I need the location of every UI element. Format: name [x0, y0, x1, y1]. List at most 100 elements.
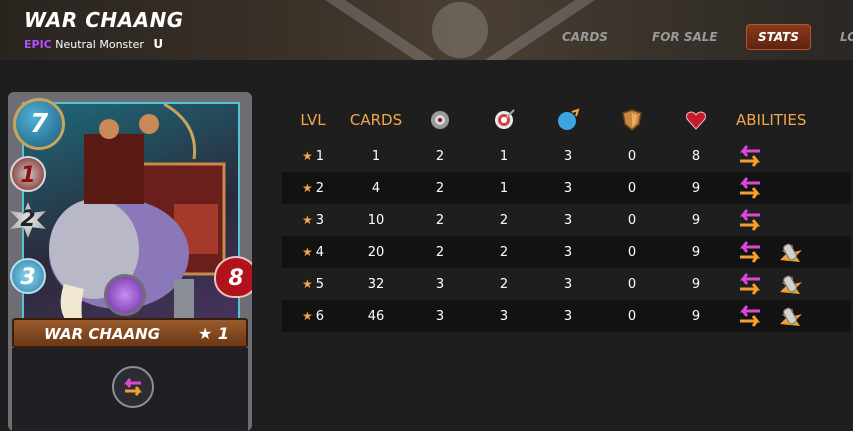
cell-cards: 46: [344, 300, 408, 332]
cell-ranged: 3: [472, 300, 536, 332]
cell-health: 8: [691, 148, 701, 164]
cell-melee: 2: [408, 172, 472, 204]
retaliate-swap-icon[interactable]: [736, 176, 764, 200]
cell-speed: 3: [563, 148, 573, 164]
cell-abilities: [728, 268, 851, 300]
ranged-attack-header: [472, 100, 536, 140]
shatter-icon[interactable]: [776, 272, 804, 296]
cell-ranged: 1: [472, 172, 536, 204]
neutral-element-gem-icon: [104, 274, 146, 316]
table-row: ★ 3 10 2 2 3 0 9: [282, 204, 851, 236]
table-row: ★ 4 20 2 2 3 0 9: [282, 236, 851, 268]
cell-armor: 0: [600, 172, 664, 204]
cell-lvl: ★ 3: [282, 204, 344, 236]
cell-melee: 2: [435, 212, 445, 228]
cell-lvl: ★ 6: [282, 300, 344, 332]
retaliate-swap-icon[interactable]: [736, 144, 764, 168]
cell-lvl: ★ 2: [282, 172, 344, 204]
level-value: 5: [315, 276, 325, 292]
shatter-icon[interactable]: [776, 304, 804, 328]
level-value: 2: [315, 180, 325, 196]
tab-lore[interactable]: LO: [840, 24, 853, 50]
cell-speed: 3: [536, 236, 600, 268]
table-row: ★ 6 46 3 3 3 0 9: [282, 300, 851, 332]
cell-cards: 1: [371, 148, 381, 164]
cell-lvl: ★ 5: [282, 268, 344, 300]
retaliate-swap-icon[interactable]: [736, 272, 764, 296]
tab-stats[interactable]: STATS: [746, 24, 811, 50]
cell-cards: 20: [344, 236, 408, 268]
melee-attack-icon: [431, 111, 449, 129]
table-row: ★ 1 1 2 1 3 0 8: [282, 140, 851, 172]
speed-icon: 3: [10, 258, 46, 294]
cell-abilities: [728, 204, 851, 236]
tab-bar: CARDS FOR SALE STATS LO: [0, 24, 853, 50]
mana-cost-icon: 7: [13, 98, 65, 150]
header-abilities: ABILITIES: [736, 111, 807, 129]
page-header: WAR CHAANG EPIC Neutral Monster U CARDS …: [0, 0, 853, 60]
cell-melee: 3: [435, 276, 445, 292]
tab-cards[interactable]: CARDS: [562, 24, 608, 50]
level-value: 6: [315, 308, 325, 324]
retaliate-swap-icon[interactable]: [736, 208, 764, 232]
cell-abilities: [728, 236, 851, 268]
card-image: 7 1 2 3 8 WAR CHAANG ★ 1: [8, 92, 252, 431]
cell-cards: 4: [344, 172, 408, 204]
table-row: ★ 2 4 2 1 3 0 9: [282, 172, 851, 204]
cell-armor: 0: [627, 148, 637, 164]
level-value: 1: [315, 148, 325, 164]
cell-armor: 0: [600, 300, 664, 332]
cell-armor: 0: [627, 276, 637, 292]
cell-abilities: [728, 172, 851, 204]
cell-health: 9: [664, 300, 728, 332]
cell-ranged: 2: [499, 276, 509, 292]
health-icon: [686, 111, 706, 130]
cell-health: 9: [691, 212, 701, 228]
retaliate-swap-icon: [112, 366, 154, 408]
cell-melee: 2: [435, 148, 445, 164]
ranged-attack-icon: [495, 109, 515, 129]
table-row: ★ 5 32 3 2 3 0 9: [282, 268, 851, 300]
armor-icon: [622, 109, 642, 131]
star-icon: ★: [301, 212, 313, 227]
star-icon: ★: [301, 148, 313, 163]
retaliate-swap-icon[interactable]: [736, 304, 764, 328]
cell-ranged: 1: [499, 148, 509, 164]
cell-speed: 3: [536, 172, 600, 204]
level-value: 3: [315, 212, 325, 228]
cell-speed: 3: [563, 276, 573, 292]
level-value: 4: [315, 244, 325, 260]
cell-speed: 3: [563, 212, 573, 228]
cell-melee: 3: [408, 300, 472, 332]
card-name-plate: WAR CHAANG ★ 1: [12, 318, 248, 348]
speed-header: [536, 100, 600, 140]
cell-health: 9: [664, 172, 728, 204]
header-cards: CARDS: [349, 111, 403, 129]
cell-lvl: ★ 4: [282, 236, 344, 268]
melee-attack-header: [408, 100, 472, 140]
health-header: [664, 100, 728, 140]
star-icon: ★: [301, 308, 313, 323]
stats-table: LVL CARDS ABILITIES ★ 1 1 2 1 3 0 8 ★ 2 4 2 1 3 0 9 ★ 3 10…: [282, 100, 851, 332]
shatter-icon[interactable]: [776, 240, 804, 264]
star-icon: ★: [301, 180, 313, 195]
cell-speed: 3: [536, 300, 600, 332]
cell-ranged: 2: [499, 212, 509, 228]
cell-cards: 10: [367, 212, 385, 228]
speed-icon: [558, 108, 580, 130]
cell-abilities: [728, 300, 851, 332]
star-icon: ★: [301, 244, 313, 259]
table-header-row: LVL CARDS ABILITIES: [282, 100, 851, 140]
retaliate-swap-icon[interactable]: [736, 240, 764, 264]
cell-armor: 0: [600, 236, 664, 268]
header-lvl: LVL: [300, 111, 326, 129]
cell-armor: 0: [627, 212, 637, 228]
card-name-label: WAR CHAANG: [44, 325, 161, 343]
melee-attack-icon: 1: [10, 156, 46, 192]
star-icon: ★: [301, 276, 313, 291]
cell-health: 9: [691, 276, 701, 292]
cell-abilities: [728, 140, 851, 172]
card-level-label: ★ 1: [198, 324, 230, 343]
tab-for-sale[interactable]: FOR SALE: [652, 24, 718, 50]
card-ability-area: [12, 348, 248, 431]
